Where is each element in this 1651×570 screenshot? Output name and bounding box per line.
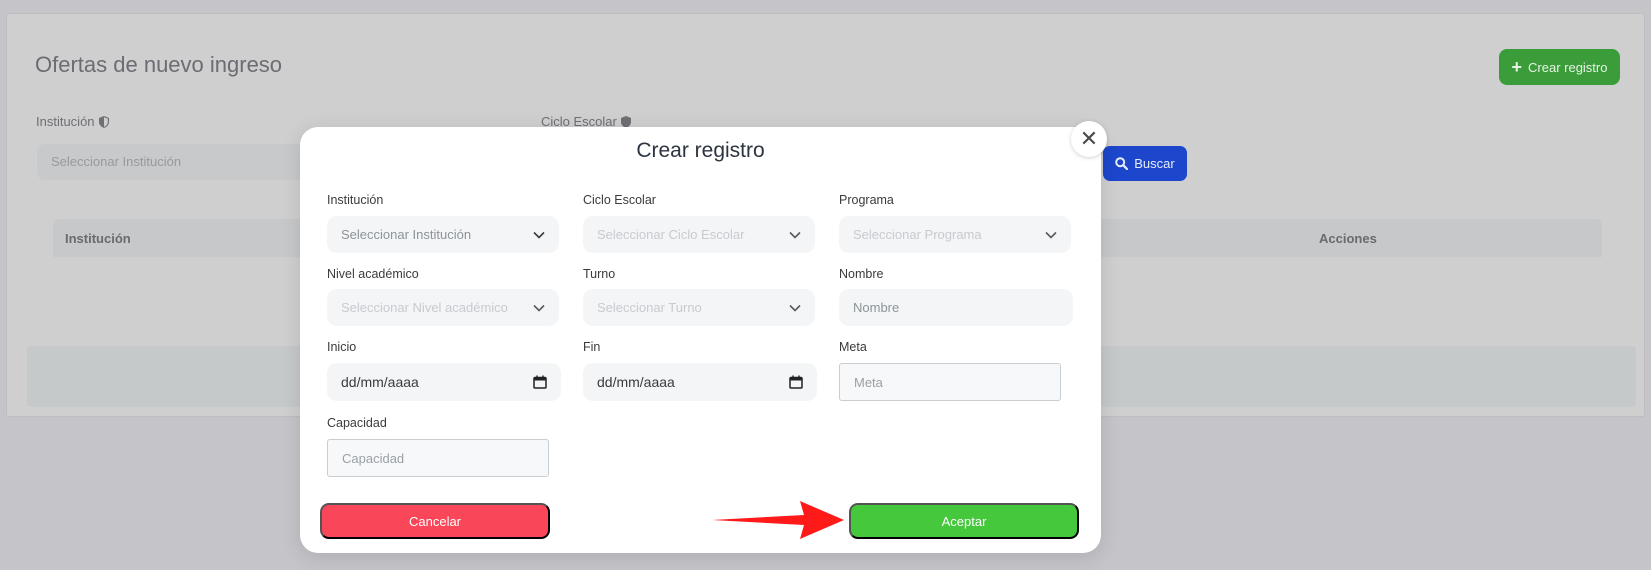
shield-icon [98, 115, 109, 128]
institucion-label: Institución [327, 193, 384, 207]
nombre-input-placeholder: Nombre [853, 300, 900, 315]
fin-label: Fin [583, 340, 601, 354]
fin-date-value: dd/mm/aaaa [597, 374, 675, 390]
column-header-institucion: Institución [65, 231, 131, 246]
institucion-select[interactable]: Seleccionar Institución [327, 216, 559, 253]
create-record-button[interactable]: + Crear registro [1499, 49, 1620, 85]
accept-button[interactable]: Aceptar [849, 503, 1079, 539]
nivel-select-value: Seleccionar Nivel académico [341, 300, 508, 315]
inicio-label: Inicio [327, 340, 357, 354]
institucion-filter-label: Institución [36, 114, 109, 129]
fin-date-input[interactable]: dd/mm/aaaa [583, 363, 817, 401]
shield-icon [620, 115, 631, 128]
institucion-select-value: Seleccionar Institución [341, 227, 472, 242]
create-record-modal: Crear registro Institución Seleccionar I… [300, 127, 1101, 553]
calendar-icon[interactable] [533, 375, 547, 389]
create-record-label: Crear registro [1528, 59, 1608, 75]
chevron-down-icon [789, 304, 801, 312]
nombre-label: Nombre [839, 267, 884, 281]
chevron-down-icon [533, 231, 545, 239]
search-icon [1115, 157, 1129, 170]
meta-input[interactable]: Meta [839, 363, 1061, 401]
close-icon[interactable]: ✕ [1071, 121, 1107, 157]
capacidad-input-placeholder: Capacidad [342, 450, 405, 466]
meta-input-placeholder: Meta [854, 374, 883, 390]
ciclo-select-value: Seleccionar Ciclo Escolar [597, 227, 745, 242]
annotation-arrow-icon [712, 501, 844, 539]
cancel-button[interactable]: Cancelar [320, 503, 550, 539]
nombre-input[interactable]: Nombre [839, 289, 1073, 326]
nivel-select[interactable]: Seleccionar Nivel académico [327, 289, 559, 326]
chevron-down-icon [789, 231, 801, 239]
page-title: Ofertas de nuevo ingreso [35, 52, 283, 77]
meta-label: Meta [839, 340, 867, 354]
search-button[interactable]: Buscar [1103, 146, 1187, 181]
ciclo-label: Ciclo Escolar [583, 193, 656, 207]
capacidad-input[interactable]: Capacidad [327, 439, 549, 477]
nivel-label: Nivel académico [327, 267, 419, 281]
capacidad-label: Capacidad [327, 416, 387, 430]
programa-select[interactable]: Seleccionar Programa [839, 216, 1071, 253]
turno-select-value: Seleccionar Turno [597, 300, 702, 315]
ciclo-select[interactable]: Seleccionar Ciclo Escolar [583, 216, 815, 253]
search-button-label: Buscar [1134, 156, 1175, 171]
programa-label: Programa [839, 193, 894, 207]
programa-select-value: Seleccionar Programa [853, 227, 982, 242]
inicio-date-value: dd/mm/aaaa [341, 374, 419, 390]
turno-select[interactable]: Seleccionar Turno [583, 289, 815, 326]
modal-title: Crear registro [636, 139, 765, 162]
column-header-acciones: Acciones [1319, 231, 1377, 246]
plus-icon: + [1511, 57, 1523, 77]
chevron-down-icon [1045, 231, 1057, 239]
institucion-filter-label-text: Institución [36, 114, 95, 129]
inicio-date-input[interactable]: dd/mm/aaaa [327, 363, 561, 401]
turno-label: Turno [583, 267, 616, 281]
chevron-down-icon [533, 304, 545, 312]
calendar-icon[interactable] [789, 375, 803, 389]
